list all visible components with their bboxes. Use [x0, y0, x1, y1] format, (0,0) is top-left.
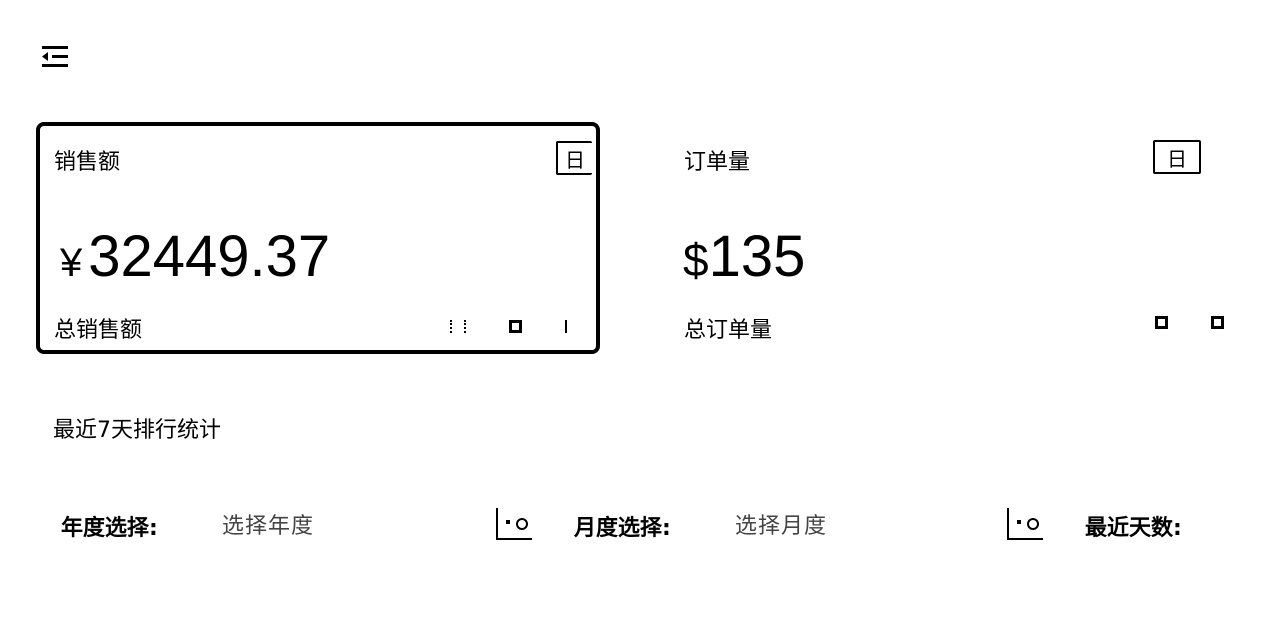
- footer-icons: [1155, 312, 1225, 331]
- footer-icons: [450, 316, 575, 335]
- square-icon: [1155, 316, 1168, 329]
- year-select-placeholder: 选择年度: [222, 514, 315, 539]
- calendar-icon: [1007, 508, 1043, 540]
- period-toggle-button[interactable]: 日: [1153, 140, 1201, 174]
- month-select-placeholder: 选择月度: [735, 514, 828, 539]
- days-input[interactable]: [1200, 506, 1270, 542]
- sales-card[interactable]: 销售额 日 ¥32449.37 总销售额: [36, 122, 600, 354]
- sales-value: ¥32449.37: [60, 224, 330, 296]
- year-filter-label: 年度选择:: [61, 516, 158, 541]
- days-filter-label: 最近天数:: [1085, 516, 1182, 541]
- calendar-icon: [496, 508, 532, 540]
- menu-fold-icon: [42, 46, 68, 67]
- card-footer-label: 总销售额: [54, 318, 143, 343]
- card-footer-label: 总订单量: [684, 318, 773, 343]
- card-title: 订单量: [684, 150, 751, 175]
- value-number: 135: [708, 224, 806, 289]
- square-icon: [1211, 316, 1225, 329]
- section-title: 最近7天排行统计: [53, 418, 221, 443]
- month-filter-label: 月度选择:: [574, 516, 671, 541]
- dots-icon: [450, 320, 466, 333]
- square-icon: [509, 320, 523, 333]
- month-select[interactable]: 选择月度: [735, 506, 1043, 542]
- menu-toggle-button[interactable]: [40, 44, 70, 70]
- card-title: 销售额: [54, 150, 121, 175]
- orders-card[interactable]: 订单量 日 $135 总订单量: [667, 122, 1231, 354]
- period-toggle-button[interactable]: 日: [556, 141, 592, 175]
- bracket-icon: [565, 320, 575, 333]
- currency-symbol: $: [683, 234, 709, 286]
- year-select[interactable]: 选择年度: [222, 506, 532, 542]
- value-number: 32449.37: [88, 224, 331, 289]
- currency-symbol: ¥: [60, 241, 83, 285]
- orders-value: $135: [683, 224, 805, 293]
